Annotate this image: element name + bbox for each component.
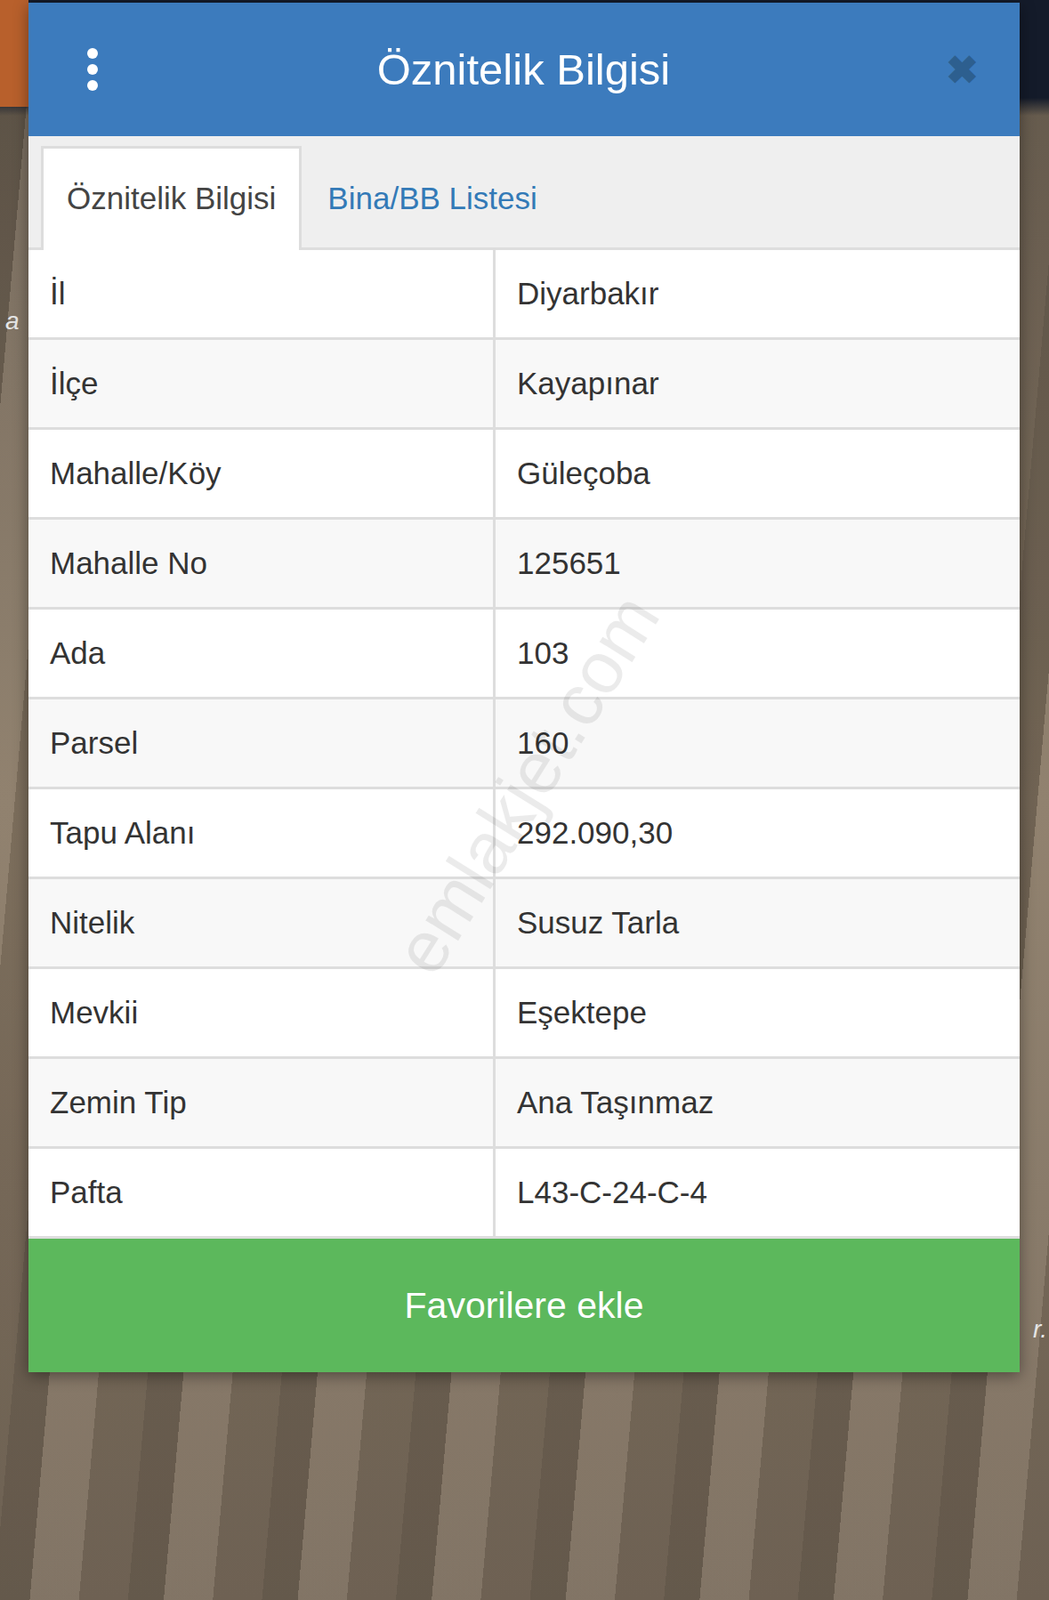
row-value: 103 [495,609,1020,697]
table-row: Parsel160 [28,699,1020,790]
row-label: İl [28,250,496,338]
add-favorite-button[interactable]: Favorilere ekle [28,1238,1020,1372]
row-label: Nitelik [28,879,496,967]
row-value: Ana Taşınmaz [495,1058,1020,1146]
row-value: 125651 [495,519,1020,607]
attribute-table: İlDiyarbakırİlçeKayapınarMahalle/KöyGüle… [28,250,1020,1239]
row-value: Susuz Tarla [495,879,1020,967]
tab-bar: Öznitelik BilgisiBina/BB Listesi [28,136,1020,251]
row-label: Mahalle/Köy [28,429,496,517]
row-label: Pafta [28,1148,496,1236]
watermark: emlakjet.com [377,579,677,988]
row-value: Kayapınar [495,339,1020,428]
row-label: Tapu Alanı [28,789,496,877]
row-value: Eşektepe [495,968,1020,1057]
table-row: Tapu Alanı292.090,30 [28,789,1020,880]
dialog-title: Öznitelik Bilgisi [101,44,946,95]
close-icon[interactable]: ✖ [945,47,979,93]
table-row: İlDiyarbakır [28,250,1020,340]
row-value: 160 [495,699,1020,787]
row-label: Parsel [28,699,496,787]
row-value: Diyarbakır [495,250,1020,338]
map-label: a [5,306,20,336]
table-row: İlçeKayapınar [28,339,1020,430]
row-value: L43-C-24-C-4 [495,1148,1020,1236]
table-row: Ada103 [28,609,1020,700]
table-row: PaftaL43-C-24-C-4 [28,1148,1020,1239]
row-value: Güleçoba [495,429,1020,517]
row-label: Mahalle No [28,519,496,607]
table-row: Zemin TipAna Taşınmaz [28,1058,1020,1149]
map-label: r. [1032,1315,1048,1344]
map-overlay-strip [0,0,29,107]
table-row: MevkiiEşektepe [28,968,1020,1059]
table-row: Mahalle No125651 [28,519,1020,610]
row-value: 292.090,30 [495,789,1020,877]
row-label: Mevkii [28,968,496,1057]
table-row: NitelikSusuz Tarla [28,879,1020,969]
tab[interactable]: Öznitelik Bilgisi [40,145,302,251]
row-label: İlçe [28,339,496,428]
map-view[interactable]: ar.Öznitelik Bilgisi✖Öznitelik BilgisiBi… [0,0,1049,1600]
attribute-dialog: Öznitelik Bilgisi✖Öznitelik BilgisiBina/… [28,2,1020,1372]
row-label: Zemin Tip [28,1058,496,1146]
more-menu-icon[interactable] [83,47,102,92]
tab[interactable]: Bina/BB Listesi [301,145,563,251]
row-label: Ada [28,609,496,697]
table-row: Mahalle/KöyGüleçoba [28,429,1020,520]
dialog-header: Öznitelik Bilgisi✖ [28,2,1020,137]
